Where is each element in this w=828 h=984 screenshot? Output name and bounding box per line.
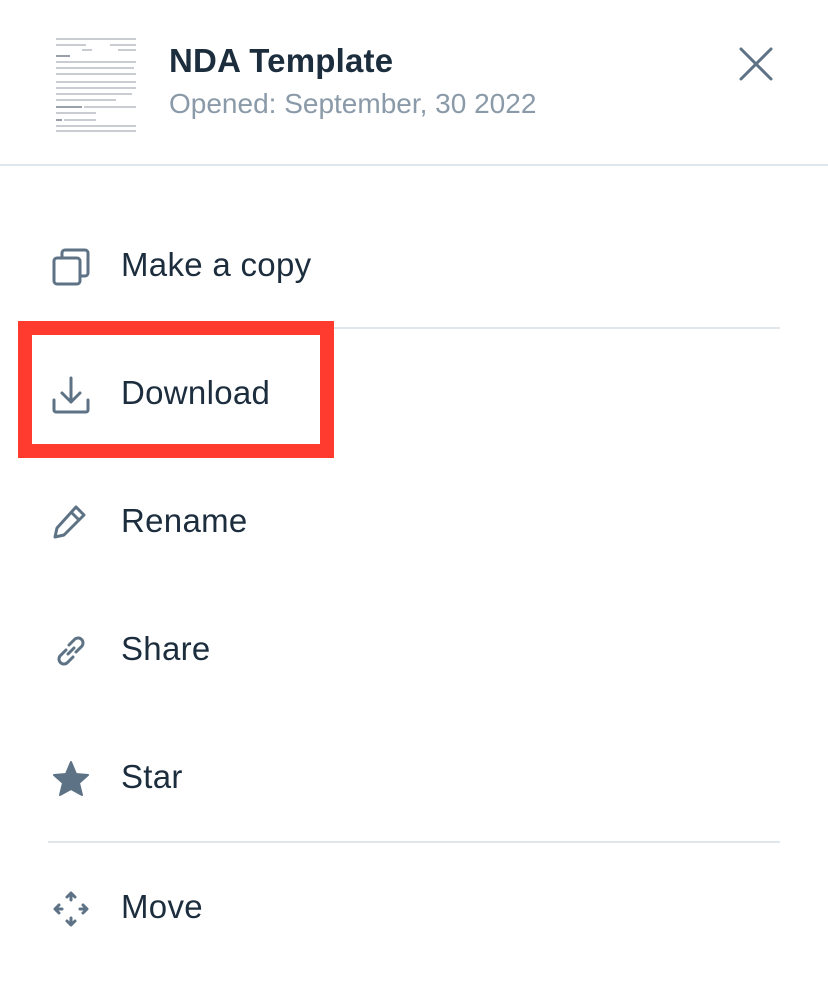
copy-icon [52, 248, 90, 286]
document-thumbnail [52, 34, 138, 134]
menu-item-label: Move [121, 888, 203, 925]
menu-item-share[interactable]: Share [0, 586, 828, 714]
document-title: NDA Template [169, 42, 394, 79]
sheet-header: NDA Template Opened: September, 30 2022 [0, 0, 828, 166]
file-actions-sheet: NDA Template Opened: September, 30 2022 … [0, 0, 828, 984]
menu-item-star[interactable]: Star [0, 714, 828, 842]
download-icon [52, 376, 90, 414]
menu-item-rename[interactable]: Rename [0, 458, 828, 586]
menu-item-make-a-copy[interactable]: Make a copy [0, 202, 828, 330]
divider [48, 327, 780, 329]
menu-item-download[interactable]: Download [0, 330, 828, 458]
document-opened-date: Opened: September, 30 2022 [169, 88, 537, 119]
menu-item-label: Download [121, 374, 271, 411]
close-button[interactable] [732, 40, 780, 88]
menu-item-label: Star [121, 758, 183, 795]
menu-item-label: Make a copy [121, 246, 312, 283]
star-icon [53, 761, 89, 796]
link-icon [57, 636, 85, 666]
divider [48, 841, 780, 843]
menu-item-label: Rename [121, 502, 248, 539]
menu-item-label: Share [121, 630, 211, 667]
close-icon [739, 47, 773, 81]
menu-item-move[interactable]: Move [0, 844, 828, 972]
pencil-icon [53, 505, 86, 539]
move-arrows-icon [53, 891, 89, 927]
